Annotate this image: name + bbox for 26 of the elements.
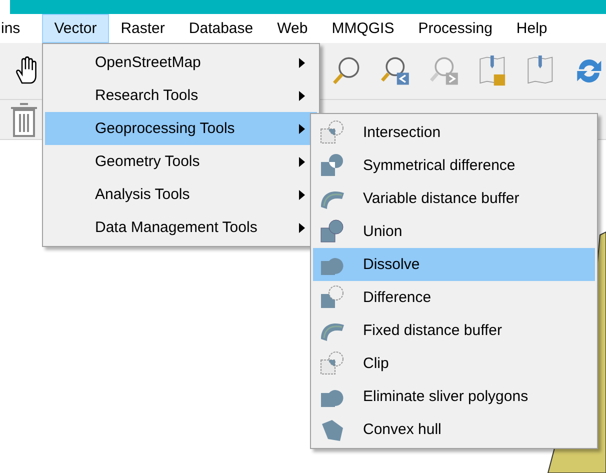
menu-bar-item[interactable]: MMQGIS xyxy=(320,14,406,43)
menu-item[interactable]: Dissolve xyxy=(313,248,595,281)
submenu-arrow-icon xyxy=(299,190,305,200)
menu-item[interactable]: Clip xyxy=(313,347,595,380)
intersection-tool-icon xyxy=(318,118,346,146)
submenu-arrow-icon xyxy=(299,222,305,232)
menu-bar-item[interactable]: Vector xyxy=(42,14,109,43)
submenu-arrow-icon xyxy=(299,58,305,68)
submenu-arrow-icon xyxy=(299,156,305,166)
menu-bar-item[interactable]: Processing xyxy=(406,14,504,43)
menu-bar-item[interactable]: ins xyxy=(0,14,42,43)
union-tool-icon xyxy=(318,218,346,246)
menu-bar-item[interactable]: Help xyxy=(504,14,560,43)
menu-bar-item[interactable]: Web xyxy=(265,14,320,43)
submenu-arrow-icon xyxy=(299,124,305,134)
delete-icon[interactable] xyxy=(10,102,38,136)
menu-item[interactable]: Fixed distance buffer xyxy=(313,314,595,347)
clip-tool-icon xyxy=(318,350,346,378)
menu-bar-item[interactable]: Database xyxy=(176,14,266,43)
menu-item[interactable]: Research Tools xyxy=(45,79,317,112)
menu-item[interactable]: Difference xyxy=(313,281,595,314)
submenu-arrow-icon xyxy=(299,90,305,100)
menu-item[interactable]: Convex hull xyxy=(313,413,595,446)
menu-item[interactable]: Geoprocessing Tools xyxy=(45,112,317,145)
menu-bar-item[interactable]: Raster xyxy=(108,14,177,43)
menu-item[interactable]: Eliminate sliver polygons xyxy=(313,380,595,413)
